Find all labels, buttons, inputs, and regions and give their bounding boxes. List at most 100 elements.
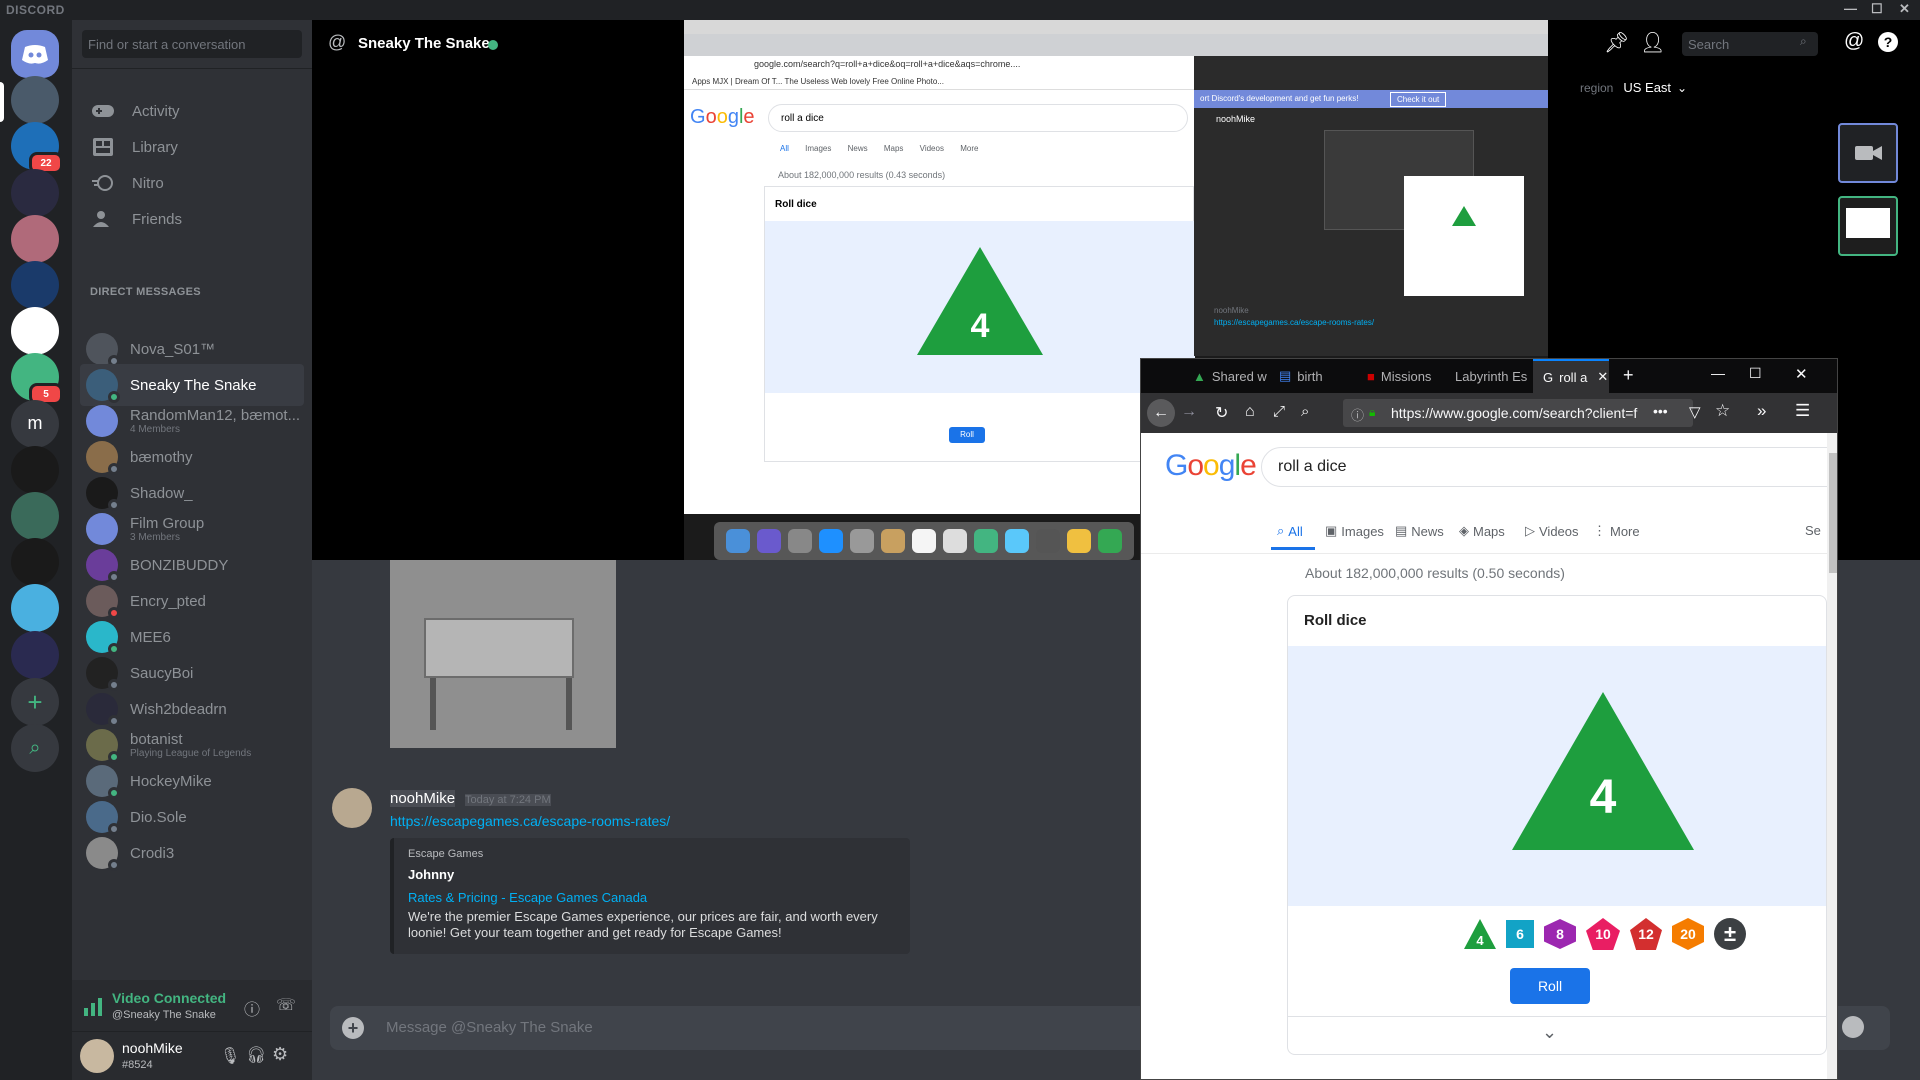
d12-button-icon[interactable]: 12: [1630, 918, 1662, 950]
embed-title[interactable]: Rates & Pricing - Escape Games Canada: [408, 890, 896, 905]
scrollbar[interactable]: [1827, 433, 1837, 1079]
headphones-icon[interactable]: 🎧︎: [246, 1045, 266, 1065]
image-attachment[interactable]: [390, 560, 616, 748]
drive-icon: ▲: [1193, 368, 1206, 384]
settings-gear-icon[interactable]: ⚙: [272, 1044, 288, 1065]
page-actions-icon[interactable]: •••: [1653, 403, 1668, 419]
expand-icon[interactable]: ⤢: [1273, 403, 1285, 420]
gtab-maps[interactable]: ◈ Maps: [1459, 523, 1505, 539]
avatar: [86, 513, 118, 545]
server-icon[interactable]: [11, 307, 59, 356]
forward-icon[interactable]: →: [1181, 403, 1197, 421]
tab-missions[interactable]: ■ Missions: [1357, 359, 1443, 393]
maximize-icon[interactable]: ☐: [1871, 1, 1883, 17]
add-friend-icon[interactable]: 👤︎: [1640, 30, 1665, 55]
dm-name: Nova_S01™: [130, 340, 216, 358]
video-tile-remote[interactable]: [1838, 196, 1898, 256]
at-sign-icon: @: [328, 32, 347, 52]
avatar: [86, 585, 120, 619]
tab-labyrinth[interactable]: Labyrinth Es: [1445, 359, 1531, 393]
expand-chevron-icon[interactable]: ⌄: [1542, 1022, 1557, 1043]
server-icon[interactable]: [11, 492, 59, 540]
dm-name: Dio.Sole: [130, 808, 187, 826]
server-icon[interactable]: 22: [11, 122, 63, 175]
tab-birth[interactable]: ▤ birth: [1269, 359, 1355, 393]
gtab-news[interactable]: ▤ News: [1395, 523, 1444, 539]
minimize-icon[interactable]: —: [1844, 1, 1857, 16]
region-selector[interactable]: region US East ⌄: [1580, 80, 1687, 95]
server-icon[interactable]: [11, 445, 59, 494]
search-icon[interactable]: ⌕: [1301, 403, 1309, 420]
gtab-more[interactable]: ⋮ More: [1593, 523, 1640, 539]
emoji-icon[interactable]: [1842, 1016, 1864, 1038]
d6-button-icon[interactable]: 6: [1506, 920, 1534, 948]
message-author[interactable]: noohMike: [390, 790, 456, 807]
message-link[interactable]: https://escapegames.ca/escape-rooms-rate…: [390, 813, 670, 829]
gtab-videos[interactable]: ▷ Videos: [1525, 523, 1579, 539]
server-icon[interactable]: [11, 630, 59, 679]
info-icon[interactable]: ⓘ: [244, 996, 260, 1020]
google-logo[interactable]: Google: [1165, 449, 1257, 483]
server-icon[interactable]: [11, 584, 59, 633]
new-tab-icon[interactable]: +: [1623, 365, 1634, 386]
pin-icon[interactable]: 📌︎: [1604, 30, 1629, 55]
gtab-all[interactable]: ⌕ All: [1277, 523, 1303, 539]
google-search-input[interactable]: roll a dice: [1261, 447, 1837, 487]
nav-friends[interactable]: Friends: [80, 198, 304, 240]
close-icon[interactable]: ✕: [1795, 365, 1808, 383]
avatar[interactable]: [80, 1039, 114, 1073]
video-tile-self[interactable]: [1838, 123, 1898, 183]
svg-text:4: 4: [1590, 771, 1617, 824]
dm-item[interactable]: Crodi3: [80, 832, 304, 874]
server-icon[interactable]: [11, 261, 59, 309]
message-avatar[interactable]: [332, 788, 372, 828]
avatar: [86, 549, 120, 583]
discord-home-icon[interactable]: [11, 30, 59, 78]
shared-inner-user-2: noohMike: [1214, 306, 1249, 315]
server-icon[interactable]: [11, 538, 59, 587]
back-icon[interactable]: ←: [1147, 399, 1175, 427]
d4-button-icon[interactable]: 4: [1464, 919, 1496, 949]
mentions-icon[interactable]: @: [1844, 30, 1864, 53]
bookmark-star-icon[interactable]: ☆: [1715, 401, 1730, 421]
server-icon[interactable]: 5: [11, 353, 63, 406]
call-search-input[interactable]: Search: [1682, 32, 1818, 56]
shared-d4-die-icon: 4: [917, 247, 1043, 355]
reload-icon[interactable]: ↻: [1215, 403, 1228, 423]
avatar: [86, 405, 118, 437]
help-icon[interactable]: ?: [1878, 32, 1898, 52]
server-icon[interactable]: [11, 214, 59, 263]
upload-plus-icon[interactable]: +: [342, 1017, 364, 1039]
d8-button-icon[interactable]: 8: [1544, 919, 1576, 949]
avatar: [86, 765, 120, 799]
gtab-settings[interactable]: Se: [1805, 523, 1821, 538]
voice-status-panel: Video Connected @Sneaky The Snake ⓘ ☏: [72, 980, 312, 1032]
tab-roll-active[interactable]: Groll a ✕: [1533, 359, 1609, 393]
discord-logo-icon: [22, 45, 48, 64]
disconnect-icon[interactable]: ☏: [276, 995, 296, 1015]
home-icon[interactable]: ⌂: [1245, 403, 1255, 421]
chevron-down-icon: ⌄: [1677, 81, 1688, 95]
region-value[interactable]: US East: [1623, 80, 1671, 95]
add-custom-die-icon[interactable]: ±: [1714, 918, 1746, 950]
d10-button-icon[interactable]: 10: [1586, 918, 1620, 950]
minimize-icon[interactable]: —: [1711, 365, 1725, 381]
close-icon[interactable]: ✕: [1899, 1, 1910, 17]
dm-subtext: Playing League of Legends: [130, 748, 252, 759]
overflow-icon[interactable]: »: [1757, 401, 1766, 421]
pocket-icon[interactable]: ▽: [1689, 403, 1701, 421]
explore-search-icon[interactable]: ⌕: [11, 724, 59, 772]
gtab-images[interactable]: ▣ Images: [1325, 523, 1384, 539]
microphone-icon[interactable]: 🎙︎: [220, 1046, 240, 1066]
server-icon[interactable]: [11, 168, 59, 217]
search-input[interactable]: Find or start a conversation: [82, 30, 302, 58]
add-server-icon[interactable]: +: [11, 678, 59, 726]
url-bar[interactable]: ⓘ 🔒︎ https://www.google.com/search?clien…: [1343, 399, 1693, 427]
hamburger-menu-icon[interactable]: ☰: [1795, 401, 1810, 421]
server-icon[interactable]: [11, 76, 59, 125]
roll-button[interactable]: Roll: [1510, 968, 1590, 1004]
d20-button-icon[interactable]: 20: [1672, 918, 1704, 950]
server-icon[interactable]: m: [11, 399, 59, 448]
tab-shared[interactable]: ▲ Shared w: [1183, 359, 1267, 393]
maximize-icon[interactable]: ☐: [1749, 365, 1762, 382]
